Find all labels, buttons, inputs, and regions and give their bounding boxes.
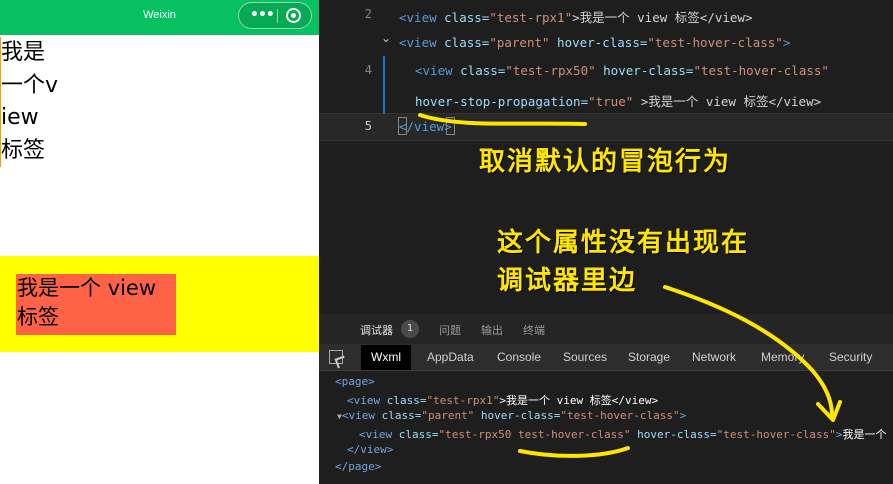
tag: <view [347, 394, 387, 407]
code-line-4[interactable]: <view class="test-rpx50" hover-class="te… [415, 63, 829, 78]
annotation-not-in-debugger-2: 调试器里边 [497, 266, 638, 296]
inspect-element-icon[interactable] [329, 350, 343, 364]
indent-guide [383, 56, 385, 114]
tab-debugger[interactable]: 调试器 [360, 322, 393, 338]
wxml-close-view[interactable]: </view> [347, 443, 393, 456]
code-editor[interactable]: 2 ⌄ 4 5 <view class="test-rpx1">我是一个 vie… [319, 0, 893, 314]
devtools-panel: 调试器 1 问题 输出 终端 Wxml AppData Console Sour… [319, 314, 893, 484]
tab-console[interactable]: Console [497, 350, 541, 364]
tab-appdata[interactable]: AppData [427, 350, 474, 364]
tag: </view> [347, 443, 394, 456]
devtools-tabs: Wxml AppData Console Sources Storage Net… [319, 344, 893, 371]
tab-problems[interactable]: 问题 [439, 322, 461, 338]
value: "test-rpx50 test-hover-class" [438, 428, 631, 441]
code-line-4-wrap[interactable]: hover-stop-propagation="true" >我是一个 view… [415, 91, 821, 110]
tag: </page> [335, 460, 382, 473]
simulator-panel: Weixin ••• 我是一个view标签 我是一个 view 标签 [0, 0, 319, 484]
attr: hover-class= [595, 63, 694, 78]
value: "true" [588, 94, 634, 109]
tab-terminal[interactable]: 终端 [523, 322, 545, 338]
attr: class= [444, 35, 490, 50]
value: "test-rpx50" [505, 63, 596, 78]
text: >我是一个 view 标签</view> [633, 94, 822, 109]
text: >我是一个 view 标签</view> [572, 10, 753, 25]
value: "test-rpx1" [489, 10, 573, 25]
debugger-count-badge: 1 [401, 320, 419, 338]
value: "test-hover-class" [693, 63, 829, 78]
tab-storage[interactable]: Storage [628, 350, 670, 364]
capsule-divider [277, 9, 278, 23]
value: "test-hover-class" [716, 428, 836, 441]
tag: <view [399, 10, 445, 25]
bracket-match [398, 117, 407, 135]
navigation-bar: Weixin ••• [0, 0, 319, 35]
tag: > [835, 428, 843, 441]
annotation-not-in-debugger-1: 这个属性没有出现在 [497, 228, 750, 258]
value: "test-hover-class" [647, 35, 783, 50]
view-test-rpx1[interactable]: 我是一个view标签 [0, 37, 60, 167]
line-number: 5 [364, 119, 372, 133]
line-number: 2 [364, 7, 372, 21]
panel-tabs: 调试器 1 问题 输出 终端 [319, 314, 893, 344]
tag: <page> [335, 375, 375, 388]
text: 我是一个 [842, 428, 887, 441]
more-icon[interactable]: ••• [250, 8, 275, 22]
tab-memory[interactable]: Memory [761, 350, 804, 364]
tab-security[interactable]: Security [829, 350, 872, 364]
close-mini-program-icon[interactable] [286, 8, 301, 23]
value: "test-rpx1" [426, 394, 500, 407]
attr: hover-class= [630, 428, 717, 441]
tag: > [782, 35, 791, 50]
tab-network[interactable]: Network [692, 350, 736, 364]
view-test-rpx50[interactable]: 我是一个 view 标签 [16, 274, 176, 335]
wxml-node-rpx1[interactable]: <view class="test-rpx1">我是一个 view 标签</vi… [347, 392, 658, 408]
code-line-2[interactable]: <view class="test-rpx1">我是一个 view 标签</vi… [399, 7, 752, 26]
view-parent[interactable]: 我是一个 view 标签 [0, 256, 319, 352]
attr: class= [398, 428, 439, 441]
tag: <view [341, 409, 382, 422]
attr: hover-stop-propagation= [415, 94, 589, 109]
attr: class= [460, 63, 506, 78]
attr: hover-class= [474, 409, 561, 422]
attr: hover-class= [549, 35, 648, 50]
value: "parent" [489, 35, 550, 50]
attr: class= [386, 394, 427, 407]
tag: > [679, 409, 687, 422]
code-line-3[interactable]: <view class="parent" hover-class="test-h… [399, 35, 790, 50]
attr: class= [381, 409, 422, 422]
value: "test-hover-class" [560, 409, 680, 422]
tab-wxml[interactable]: Wxml [361, 345, 411, 370]
value: "parent" [421, 409, 475, 422]
attr: class= [444, 10, 490, 25]
menu-capsule[interactable]: ••• [238, 2, 312, 29]
tag: <view [415, 63, 461, 78]
annotation-cancel-bubbling: 取消默认的冒泡行为 [479, 147, 732, 177]
line-number: 4 [364, 63, 372, 77]
wxml-close-page[interactable]: </page> [335, 460, 381, 473]
tag: <view [399, 35, 445, 50]
bracket-match [446, 117, 455, 135]
fold-chevron-icon[interactable]: ⌄ [381, 31, 391, 45]
tab-sources[interactable]: Sources [563, 350, 607, 364]
wxml-node-rpx50[interactable]: <view class="test-rpx50 test-hover-class… [359, 426, 887, 442]
wxml-node-page[interactable]: <page> [335, 375, 375, 388]
wxml-node-parent[interactable]: ▼<view class="parent" hover-class="test-… [337, 409, 686, 422]
tab-output[interactable]: 输出 [481, 322, 503, 338]
tag: <view [359, 428, 399, 441]
text: >我是一个 view 标签</view> [499, 394, 659, 407]
